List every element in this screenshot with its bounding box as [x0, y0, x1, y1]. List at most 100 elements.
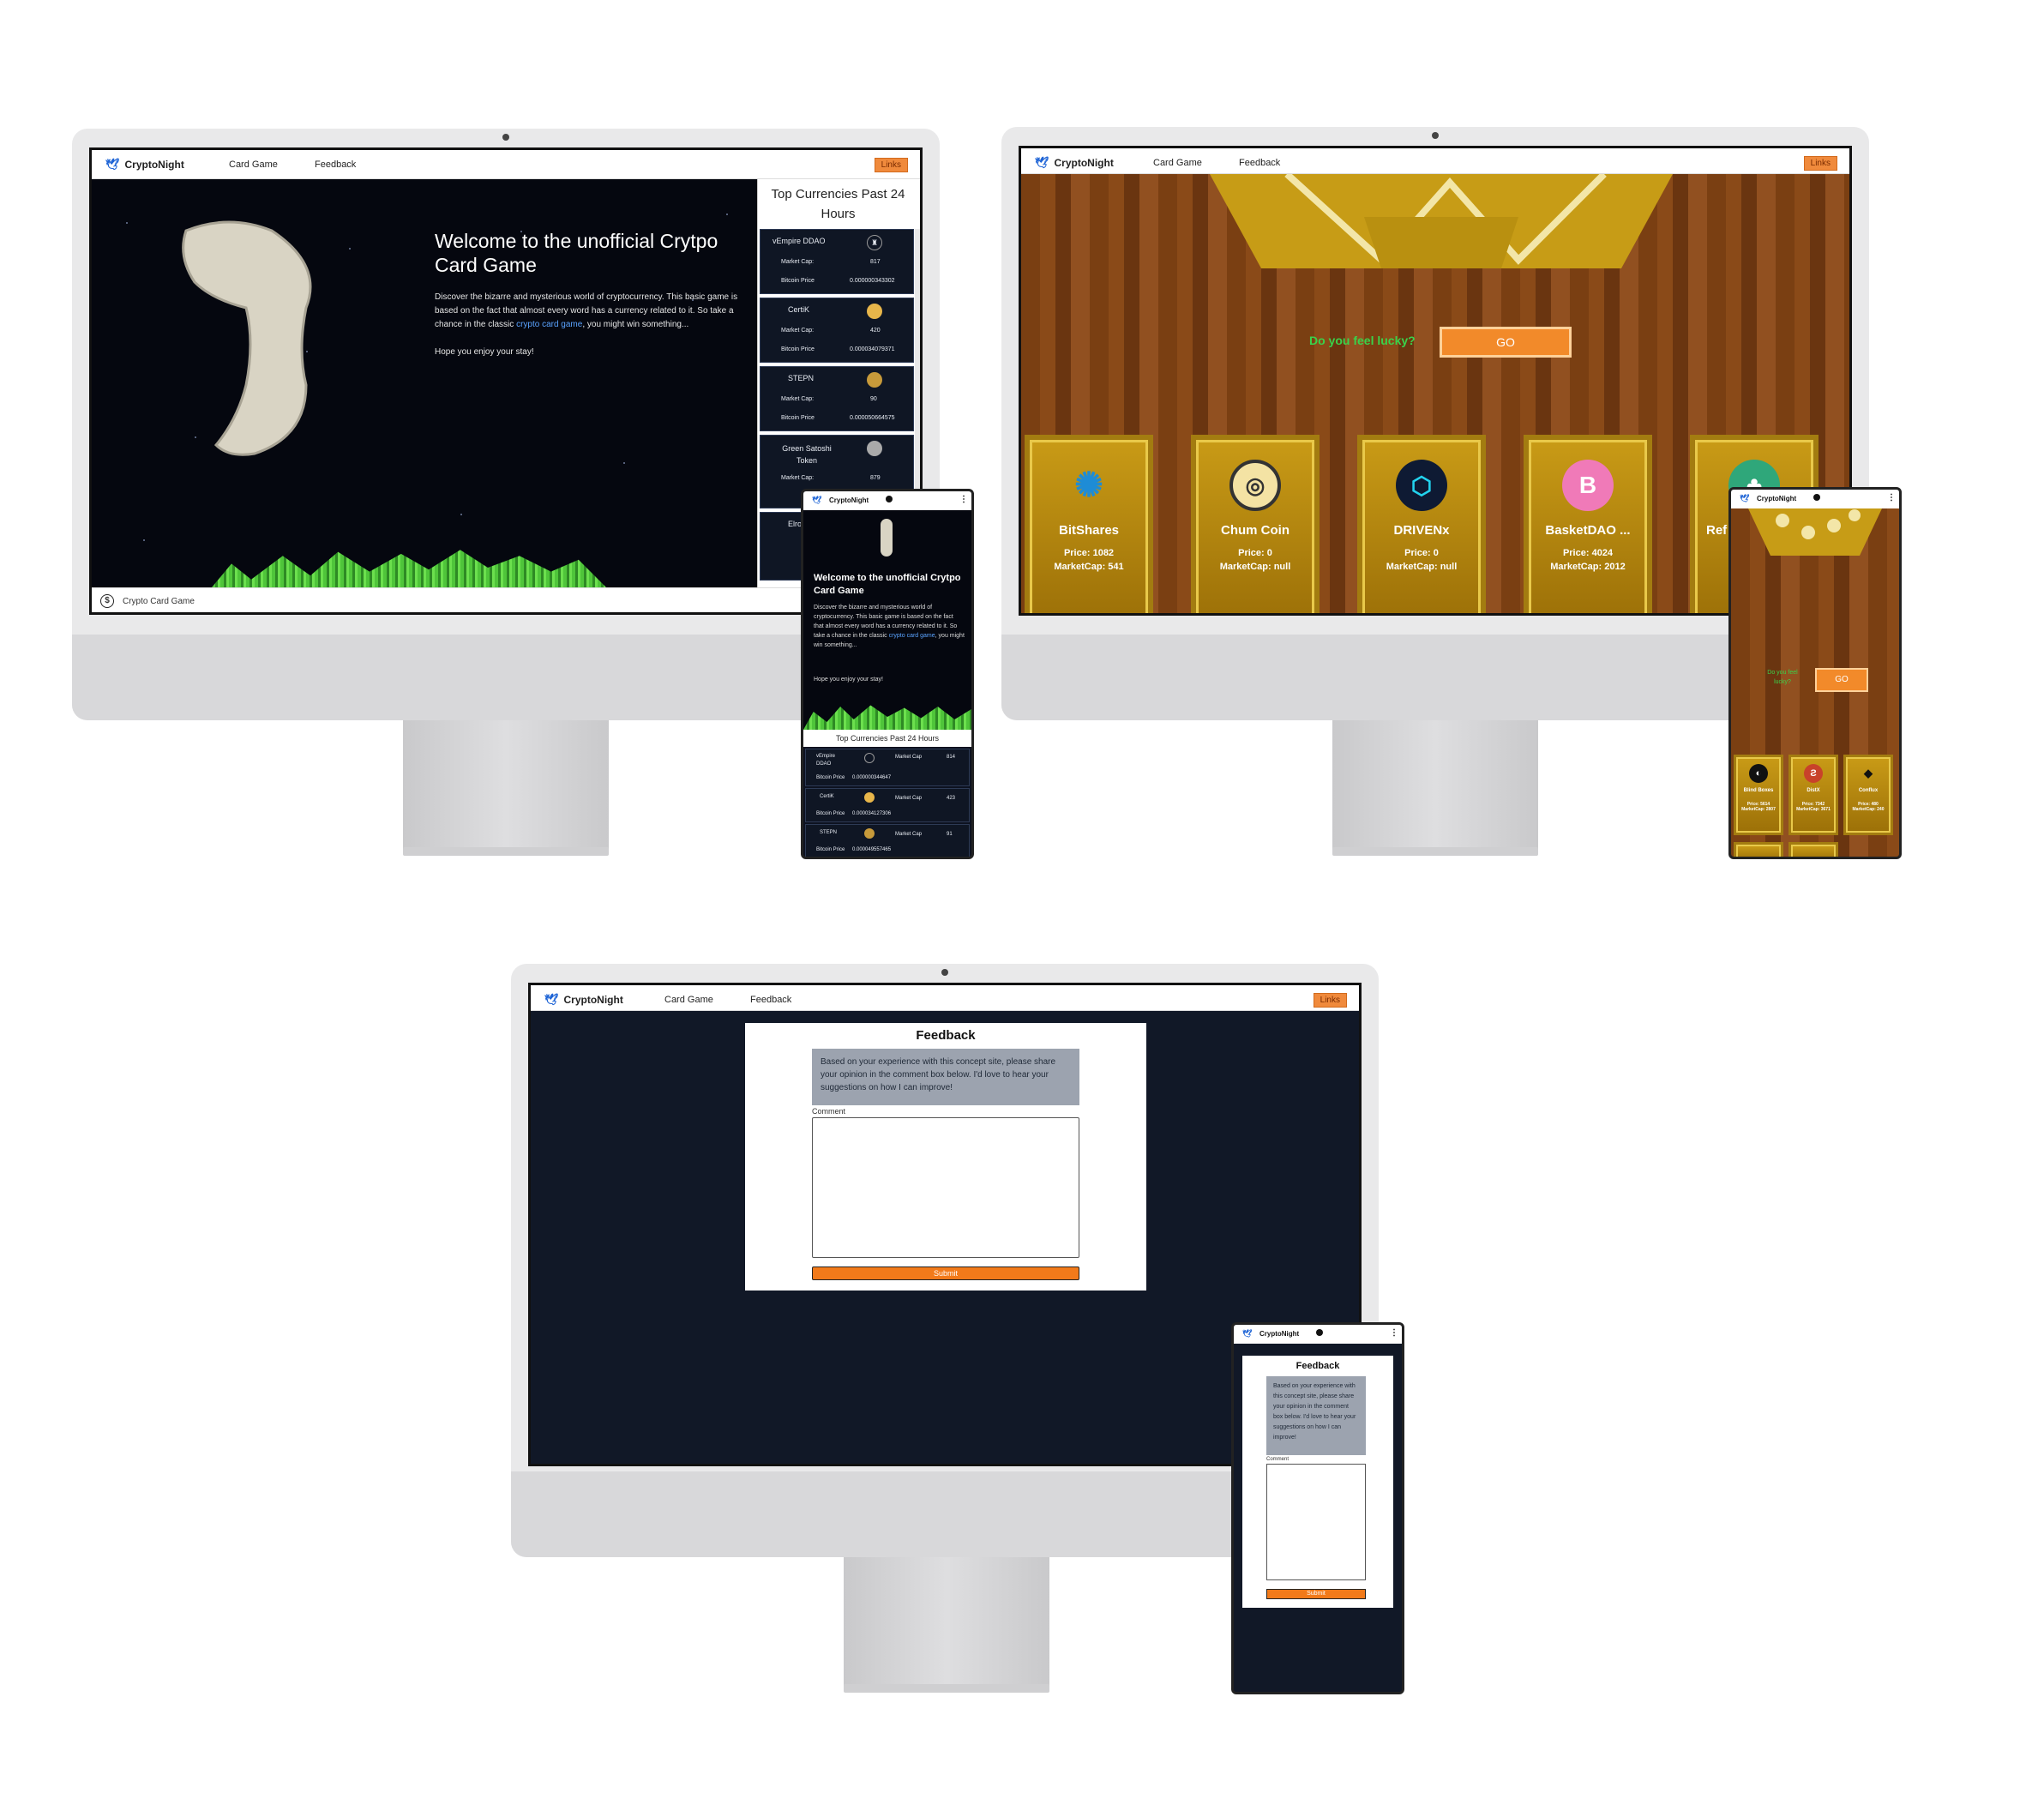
brand-link[interactable]: CryptoNight — [1259, 1330, 1299, 1338]
dollar-icon: $ — [100, 594, 114, 608]
card-name: DistX — [1807, 788, 1820, 793]
hero-section: Welcome to the unofficial Crytpo Card Ga… — [92, 179, 757, 587]
mcap-value: null — [1273, 562, 1291, 572]
bitshares-icon: ✺ — [1074, 466, 1103, 504]
chum-coin-icon: ◎ — [1229, 460, 1281, 511]
market-cap-value: 91 — [947, 832, 953, 837]
brand-link[interactable]: 🕊 CryptoNight — [105, 158, 184, 171]
price-value: 1082 — [1092, 548, 1115, 558]
submit-button[interactable]: Submit — [812, 1266, 1079, 1280]
comment-textarea[interactable] — [812, 1117, 1079, 1258]
market-cap-label: Market Cap — [895, 832, 923, 837]
hero-enjoy: Hope you enjoy your stay! — [435, 347, 534, 357]
submit-button[interactable]: Submit — [1266, 1589, 1366, 1599]
mcap-value: 240 — [1877, 807, 1885, 812]
btc-price-label: Bitcoin Price — [816, 775, 845, 780]
drivenx-icon: ⬡ — [1396, 460, 1447, 511]
menu-icon[interactable]: ⋮ — [959, 495, 968, 504]
mcap-label: MarketCap: — [1386, 562, 1438, 572]
crypto-card-game-link[interactable]: crypto card game — [516, 320, 582, 329]
card-mcap: MarketCap: 2807 — [1741, 807, 1776, 812]
bird-logo-icon: 🕊 — [1242, 1329, 1253, 1338]
mcap-label: MarketCap: — [1054, 562, 1106, 572]
crown-decoration — [1748, 508, 1882, 556]
go-button[interactable]: GO — [1440, 327, 1572, 358]
nav-card-game[interactable]: Card Game — [229, 159, 278, 170]
monitor-camera — [502, 134, 509, 141]
nav-card-game[interactable]: Card Game — [664, 995, 713, 1005]
brand-link[interactable]: 🕊 CryptoNight — [544, 993, 623, 1007]
coin-card[interactable]: ✺ BitShares Price: 1082 MarketCap: 541 — [1030, 440, 1148, 613]
coin-card[interactable]: B BasketDAO ... Price: 4024 MarketCap: 2… — [1529, 440, 1647, 613]
links-button[interactable]: Links — [1803, 156, 1837, 171]
mcap-value: 2807 — [1765, 807, 1776, 812]
card-name: Blind Boxes — [1743, 788, 1774, 793]
grass-image — [212, 550, 606, 587]
footer-label: Crypto Card Game — [123, 597, 195, 606]
crown-decoration — [1210, 174, 1673, 268]
market-cap-value: 420 — [870, 328, 881, 334]
nav-feedback[interactable]: Feedback — [750, 995, 791, 1005]
nav-feedback[interactable]: Feedback — [1239, 158, 1280, 168]
brand-link[interactable]: 🕊 CryptoNight — [1035, 156, 1114, 170]
nav-feedback[interactable]: Feedback — [315, 159, 356, 170]
coin-card[interactable] — [1791, 845, 1836, 857]
currency-card: CertiK Market Cap: 420 Bitcoin Price 0.0… — [760, 298, 914, 363]
links-button[interactable]: Links — [874, 158, 908, 172]
menu-icon[interactable]: ⋮ — [1390, 1328, 1398, 1338]
currency-logo-icon — [864, 753, 875, 763]
bird-logo-icon: 🕊 — [544, 993, 559, 1006]
coin-card[interactable]: ◐ Blind Boxes Price: 5614 MarketCap: 280… — [1736, 757, 1781, 833]
nav-card-game[interactable]: Card Game — [1153, 158, 1202, 168]
brand-link[interactable]: CryptoNight — [829, 496, 869, 504]
phone-feedback: 🕊 CryptoNight ⋮ Feedback Based on your e… — [1231, 1322, 1404, 1694]
conflux-icon: ◆ — [1864, 767, 1873, 779]
btc-price-label: Bitcoin Price — [816, 811, 845, 816]
market-cap-label: Market Cap: — [781, 475, 815, 481]
feedback-info: Based on your experience with this conce… — [1266, 1376, 1366, 1455]
bird-logo-icon: 🕊 — [105, 158, 120, 171]
brand-label: CryptoNight — [563, 994, 623, 1006]
phone-game: 🕊 CryptoNight ⋮ Do you feel lucky? GO ◐ … — [1728, 487, 1902, 859]
monitor-stand — [844, 1557, 1049, 1686]
coin-card[interactable]: ◆ Conflux Price: 480 MarketCap: 240 — [1846, 757, 1891, 833]
hero-description: Discover the bizarre and mysterious worl… — [435, 291, 745, 332]
price-value: 4024 — [1591, 548, 1614, 558]
market-cap-value: 879 — [870, 475, 881, 481]
menu-icon[interactable]: ⋮ — [1887, 493, 1896, 502]
links-button[interactable]: Links — [1313, 993, 1347, 1008]
coin-card[interactable]: Ƨ DistX Price: 7342 MarketCap: 3671 — [1791, 757, 1836, 833]
coin-card[interactable]: ◎ Chum Coin Price: 0 MarketCap: null — [1196, 440, 1314, 613]
brand-link[interactable]: CryptoNight — [1757, 495, 1796, 502]
mcap-value: 541 — [1108, 562, 1124, 572]
currency-name: CertiK — [788, 305, 810, 314]
comment-textarea[interactable] — [1266, 1464, 1366, 1580]
monitor-stand — [403, 720, 609, 849]
card-mcap: MarketCap: 2012 — [1531, 562, 1644, 572]
market-cap-label: Market Cap — [895, 796, 923, 801]
basketdao-icon: B — [1562, 460, 1614, 511]
go-button[interactable]: GO — [1815, 668, 1868, 692]
blind-boxes-icon: ◐ — [1749, 764, 1768, 783]
card-name: Conflux — [1858, 788, 1879, 793]
currency-name: vEmpire DDAO — [773, 237, 826, 245]
crypto-card-game-link[interactable]: crypto card game — [889, 633, 935, 639]
btc-price-value: 0.000034127306 — [852, 811, 892, 816]
btc-price-label: Bitcoin Price — [781, 346, 815, 352]
coin-card[interactable]: ⬡ DRIVENx Price: 0 MarketCap: null — [1362, 440, 1481, 613]
currency-card: vEmpire DDAO ♜ Market Cap: 817 Bitcoin P… — [760, 229, 914, 294]
currency-logo-icon — [864, 828, 875, 839]
currency-logo-icon — [867, 441, 882, 456]
market-cap-value: 817 — [870, 259, 881, 265]
game-board: Do you feel lucky? GO ✺ BitShares Price:… — [1021, 174, 1849, 613]
phone-hero-title: Welcome to the unofficial Crytpo Card Ga… — [814, 573, 961, 596]
card-price: Price: 0 — [1365, 548, 1478, 558]
currency-name: vEmpire DDAO — [816, 754, 836, 767]
btc-price-label: Bitcoin Price — [781, 278, 815, 284]
grass-image — [803, 705, 971, 730]
price-label: Price: — [1063, 548, 1091, 558]
screen-game: 🕊 CryptoNight Card Game Feedback Links Do… — [1019, 146, 1852, 616]
coin-card[interactable] — [1736, 845, 1781, 857]
moon-image — [881, 519, 893, 557]
feedback-title: Feedback — [1296, 1361, 1340, 1371]
